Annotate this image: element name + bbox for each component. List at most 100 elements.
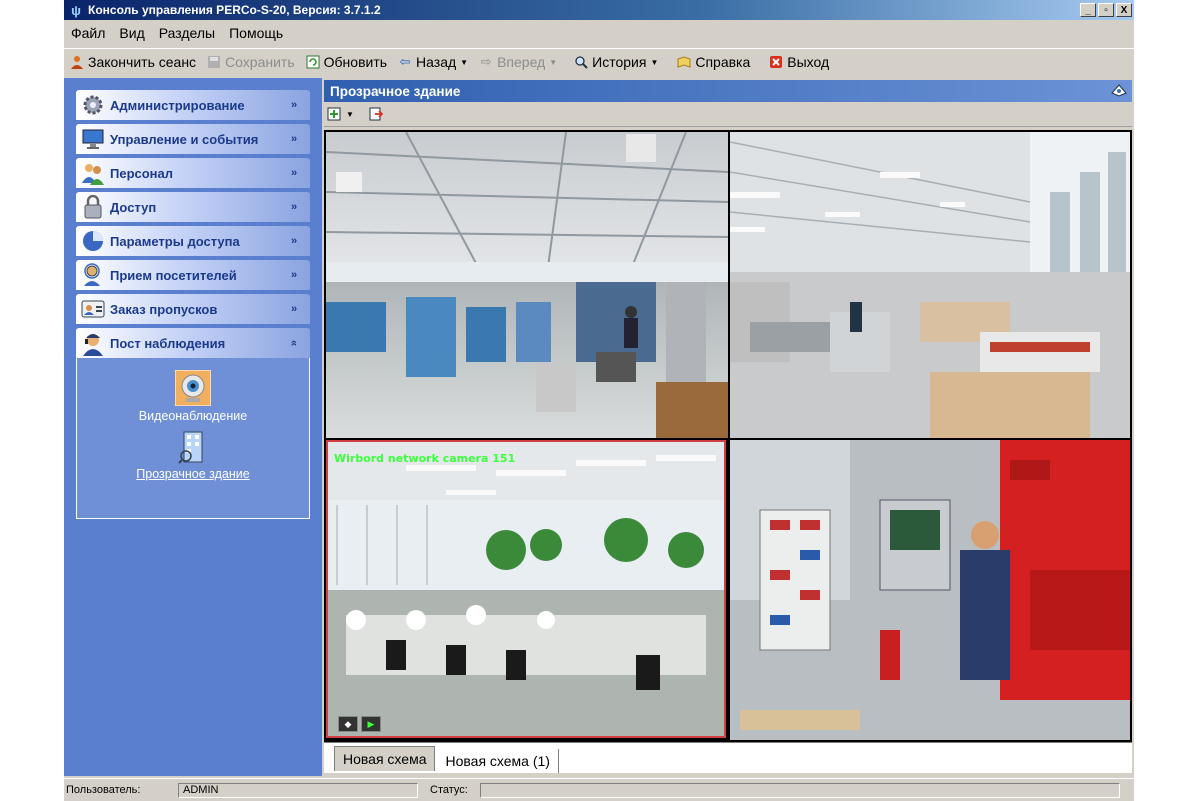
menu-view[interactable]: Вид [112,25,151,41]
main-panel-header: Прозрачное здание [324,80,1132,102]
camera-grid: Wirbord network camera 151 ◆ ▶ [324,130,1132,742]
camera-view-4[interactable] [730,440,1130,740]
application-window: ψ Консоль управления PERCo-S-20, Версия:… [64,0,1134,801]
camera-view-1[interactable] [326,132,728,438]
transparent-building-label: Прозрачное здание [136,467,250,481]
exit-label: Выход [787,54,830,70]
tab-label: Новая схема (1) [445,753,550,769]
end-session-label: Закончить сеанс [88,54,197,70]
main-toolbar: Закончить сеанс Сохранить Обновить ⇦ Наз… [64,48,1134,75]
status-value [480,782,1120,798]
user-logout-icon [69,54,85,70]
sidebar-item-management[interactable]: Управление и события » [76,124,310,154]
user-value: ADMIN [178,782,418,798]
chevron-double-down-icon[interactable]: » [284,299,304,319]
sidebar-item-visitors[interactable]: Прием посетителей » [76,260,310,290]
panel-settings-icon[interactable] [1110,83,1132,100]
help-book-icon [676,54,692,70]
play-icon[interactable]: ▶ [361,716,381,732]
sidebar-item-label: Управление и события [110,131,259,147]
forward-button[interactable]: ⇨ Вперед ▼ [473,51,562,73]
chevron-double-down-icon[interactable]: » [284,265,304,285]
chevron-double-down-icon[interactable]: » [284,95,304,115]
scheme-toolbar: ▼ [324,102,1132,127]
pie-icon [76,226,110,256]
gear-icon [76,90,110,120]
sidebar-item-observation-post[interactable]: Пост наблюдения » [76,328,310,358]
observation-post-panel: Видеонаблюдение Прозрачное здание [76,358,310,519]
sidebar-item-label: Доступ [110,199,157,215]
close-button[interactable]: X [1116,3,1132,17]
fullscreen-toggle-icon[interactable]: ◆ [338,716,358,732]
sidebar-item-label: Заказ пропусков [110,301,218,317]
video-surveillance-item[interactable]: Видеонаблюдение [77,369,309,423]
scheme-tabs: Новая схема Новая схема (1) [324,742,1132,773]
delete-scheme-button[interactable] [366,105,386,123]
sidebar-item-access-parameters[interactable]: Параметры доступа » [76,226,310,256]
chevron-down-icon[interactable]: ▼ [549,58,557,67]
id-card-icon [76,294,110,324]
menu-file[interactable]: Файл [64,25,112,41]
help-button[interactable]: Справка [671,51,755,73]
page-title: Прозрачное здание [330,83,461,99]
sidebar-item-label: Прием посетителей [110,267,237,283]
tab-new-scheme[interactable]: Новая схема [334,746,436,771]
sidebar-item-pass-orders[interactable]: Заказ пропусков » [76,294,310,324]
camera-view-2[interactable] [730,132,1130,438]
forward-label: Вперед [497,54,546,70]
transparent-building-item[interactable]: Прозрачное здание [77,430,309,481]
arrow-right-icon: ⇨ [480,54,492,69]
refresh-button[interactable]: Обновить [300,51,392,73]
sidebar: Администрирование » Управление и события… [64,78,322,776]
menu-bar: Файл Вид Разделы Помощь [64,22,1134,44]
chevron-double-down-icon[interactable]: » [284,129,304,149]
chevron-down-icon[interactable]: ▼ [650,58,658,67]
history-button[interactable]: История ▼ [568,51,663,73]
status-label: Статус: [430,784,468,796]
chevron-double-down-icon[interactable]: » [284,197,304,217]
back-button[interactable]: ⇦ Назад ▼ [392,51,473,73]
tab-label: Новая схема [343,751,427,767]
exit-icon [768,54,784,70]
visitor-icon [76,260,110,290]
video-surveillance-label: Видеонаблюдение [138,409,248,423]
end-session-button[interactable]: Закончить сеанс [64,51,201,73]
menu-help[interactable]: Помощь [222,25,290,41]
guard-icon [76,328,110,358]
sidebar-item-administration[interactable]: Администрирование » [76,90,310,120]
sidebar-item-label: Администрирование [110,97,245,113]
people-icon [76,158,110,188]
monitor-icon [76,124,110,154]
sidebar-item-access[interactable]: Доступ » [76,192,310,222]
chevron-down-icon[interactable]: ▼ [344,105,356,123]
add-scheme-button[interactable] [324,105,344,123]
save-label: Сохранить [225,54,295,70]
refresh-label: Обновить [323,54,388,70]
camera-controls: ◆ ▶ [338,716,381,732]
sidebar-nav: Администрирование » Управление и события… [76,90,310,519]
window-title: Консоль управления PERCo-S-20, Версия: 3… [88,3,381,17]
sidebar-item-label: Параметры доступа [110,233,240,249]
history-search-icon [573,54,589,70]
sidebar-item-label: Пост наблюдения [110,335,226,351]
chevron-down-icon[interactable]: ▼ [460,58,468,67]
title-bar: ψ Консоль управления PERCo-S-20, Версия:… [64,0,1134,20]
arrow-left-icon: ⇦ [399,54,411,69]
user-label: Пользователь: [66,784,141,796]
minimize-button[interactable]: _ [1080,3,1096,17]
camera-view-3[interactable]: Wirbord network camera 151 ◆ ▶ [326,440,726,738]
status-bar: Пользователь: ADMIN Статус: [64,778,1134,801]
chevron-double-down-icon[interactable]: » [284,231,304,251]
camera-name-label: Wirbord network camera 151 [334,452,516,465]
chevron-double-up-icon[interactable]: » [284,333,304,353]
building-icon [178,430,208,464]
sidebar-item-personnel[interactable]: Персонал » [76,158,310,188]
save-button[interactable]: Сохранить [201,51,300,73]
tab-new-scheme-1[interactable]: Новая схема (1) [437,749,559,773]
chevron-double-down-icon[interactable]: » [284,163,304,183]
exit-button[interactable]: Выход [763,51,834,73]
maximize-button[interactable]: ▫ [1098,3,1114,17]
save-icon [206,54,222,70]
menu-sections[interactable]: Разделы [152,25,222,41]
help-label: Справка [695,54,751,70]
